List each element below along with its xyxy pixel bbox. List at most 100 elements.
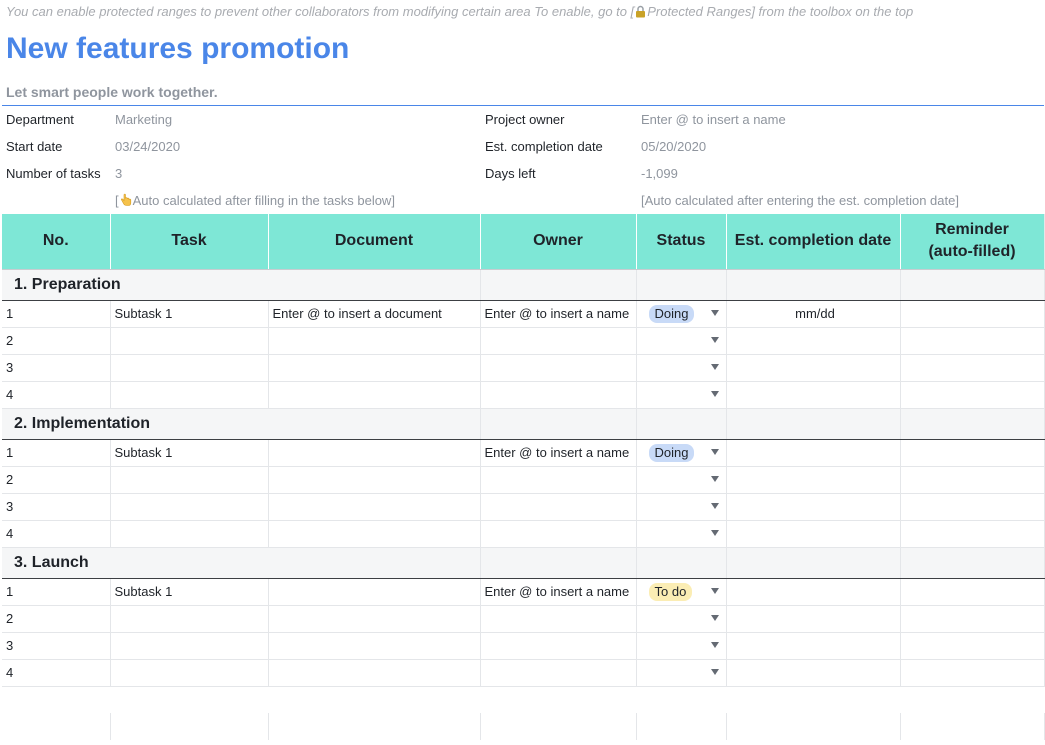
task-cell[interactable]: Subtask 1 (110, 300, 269, 328)
hint-text-after: Protected Ranges] from the toolbox on th… (647, 4, 914, 19)
status-dropdown[interactable]: Doing (636, 300, 727, 328)
protected-ranges-hint: You can enable protected ranges to preve… (6, 4, 913, 19)
section-row-preparation: 1. Preparation (2, 269, 1045, 301)
section-row-launch: 3. Launch (2, 547, 1045, 579)
reminder-cell[interactable] (900, 439, 1045, 467)
status-dropdown[interactable] (636, 493, 727, 521)
status-dropdown[interactable] (636, 354, 727, 382)
chevron-down-icon[interactable] (710, 502, 719, 509)
status-badge: Doing (648, 443, 695, 462)
chevron-down-icon[interactable] (710, 363, 719, 370)
column-header-reminder[interactable]: Reminder (auto-filled) (900, 214, 1045, 270)
document-input[interactable] (268, 439, 481, 467)
chevron-down-icon[interactable] (710, 529, 719, 536)
completion-date-input[interactable]: mm/dd (726, 300, 901, 328)
completion-date-input[interactable] (726, 578, 901, 606)
row-number[interactable]: 4 (2, 381, 111, 409)
owner-input[interactable]: Enter @ to insert a name (480, 578, 637, 606)
status-dropdown[interactable] (636, 605, 727, 633)
section-title[interactable]: 1. Preparation (2, 269, 481, 301)
start-date-value[interactable]: 03/24/2020 (115, 139, 180, 154)
row-number[interactable]: 2 (2, 466, 111, 494)
row-number[interactable]: 2 (2, 327, 111, 355)
chevron-down-icon[interactable] (710, 309, 719, 316)
task-cell[interactable]: Subtask 1 (110, 578, 269, 606)
row-number[interactable]: 4 (2, 520, 111, 548)
table-row: 1 Subtask 1 Enter @ to insert a document… (2, 300, 1045, 328)
completion-date-input[interactable] (726, 439, 901, 467)
status-badge: Doing (648, 304, 695, 323)
section-row-implementation: 2. Implementation (2, 408, 1045, 440)
status-dropdown[interactable] (636, 381, 727, 409)
status-dropdown[interactable]: To do (636, 578, 727, 606)
title-divider (2, 105, 1044, 106)
section-title[interactable]: 3. Launch (2, 547, 481, 579)
page-title: New features promotion (6, 32, 350, 65)
table-row: 4 (2, 659, 1045, 687)
chevron-down-icon[interactable] (710, 475, 719, 482)
status-badge: To do (648, 582, 693, 601)
reminder-cell[interactable] (900, 300, 1045, 328)
row-number[interactable]: 1 (2, 578, 111, 606)
document-input[interactable] (268, 578, 481, 606)
column-header-owner[interactable]: Owner (480, 214, 637, 270)
column-header-completion-date[interactable]: Est. completion date (726, 214, 901, 270)
status-dropdown[interactable] (636, 659, 727, 687)
chevron-down-icon[interactable] (710, 587, 719, 594)
table-header-row: No. Task Document Owner Status Est. comp… (2, 214, 1045, 270)
owner-input[interactable]: Enter @ to insert a name (480, 439, 637, 467)
days-left-value: -1,099 (641, 166, 678, 181)
spacer-row (2, 686, 1044, 713)
row-number[interactable]: 3 (2, 493, 111, 521)
reminder-cell[interactable] (900, 578, 1045, 606)
row-number[interactable]: 1 (2, 439, 111, 467)
column-header-status[interactable]: Status (636, 214, 727, 270)
task-table: No. Task Document Owner Status Est. comp… (2, 214, 1045, 740)
column-header-no[interactable]: No. (2, 214, 111, 270)
task-cell[interactable]: Subtask 1 (110, 439, 269, 467)
row-number[interactable]: 3 (2, 354, 111, 382)
project-owner-input[interactable]: Enter @ to insert a name (641, 112, 786, 127)
department-value[interactable]: Marketing (115, 112, 172, 127)
number-of-tasks-value: 3 (115, 166, 123, 181)
section-title[interactable]: 2. Implementation (2, 408, 481, 440)
chevron-down-icon[interactable] (710, 668, 719, 675)
reminder-header-line1: Reminder (935, 221, 1009, 239)
owner-input[interactable]: Enter @ to insert a name (480, 300, 637, 328)
department-label: Department (6, 112, 74, 127)
page-subtitle: Let smart people work together. (6, 84, 218, 100)
status-dropdown[interactable] (636, 466, 727, 494)
table-row: 2 (2, 466, 1045, 494)
chevron-down-icon[interactable] (710, 448, 719, 455)
chevron-down-icon[interactable] (710, 390, 719, 397)
document-input[interactable]: Enter @ to insert a document (268, 300, 481, 328)
table-row: 3 (2, 632, 1045, 660)
tasks-auto-note: [Auto calculated after filling in the ta… (115, 193, 395, 208)
table-row: 2 (2, 327, 1045, 355)
reminder-header-line2: (auto-filled) (928, 243, 1016, 261)
row-number[interactable]: 4 (2, 659, 111, 687)
status-dropdown[interactable] (636, 327, 727, 355)
row-number[interactable]: 2 (2, 605, 111, 633)
chevron-down-icon[interactable] (710, 614, 719, 621)
status-dropdown[interactable]: Doing (636, 439, 727, 467)
table-row: 4 (2, 381, 1045, 409)
tasks-note-text: Auto calculated after filling in the tas… (132, 193, 395, 208)
hint-text-before: You can enable protected ranges to preve… (6, 4, 635, 19)
status-dropdown[interactable] (636, 632, 727, 660)
table-row: 1 Subtask 1 Enter @ to insert a name Doi… (2, 439, 1045, 467)
chevron-down-icon[interactable] (710, 641, 719, 648)
chevron-down-icon[interactable] (710, 336, 719, 343)
row-number[interactable]: 3 (2, 632, 111, 660)
empty-row (2, 713, 1045, 740)
completion-date-value[interactable]: 05/20/2020 (641, 139, 706, 154)
table-row: 4 (2, 520, 1045, 548)
status-dropdown[interactable] (636, 520, 727, 548)
row-number[interactable]: 1 (2, 300, 111, 328)
column-header-document[interactable]: Document (268, 214, 481, 270)
completion-date-label: Est. completion date (485, 139, 603, 154)
column-header-task[interactable]: Task (110, 214, 269, 270)
lock-icon (636, 5, 646, 18)
start-date-label: Start date (6, 139, 63, 154)
table-row: 2 (2, 605, 1045, 633)
